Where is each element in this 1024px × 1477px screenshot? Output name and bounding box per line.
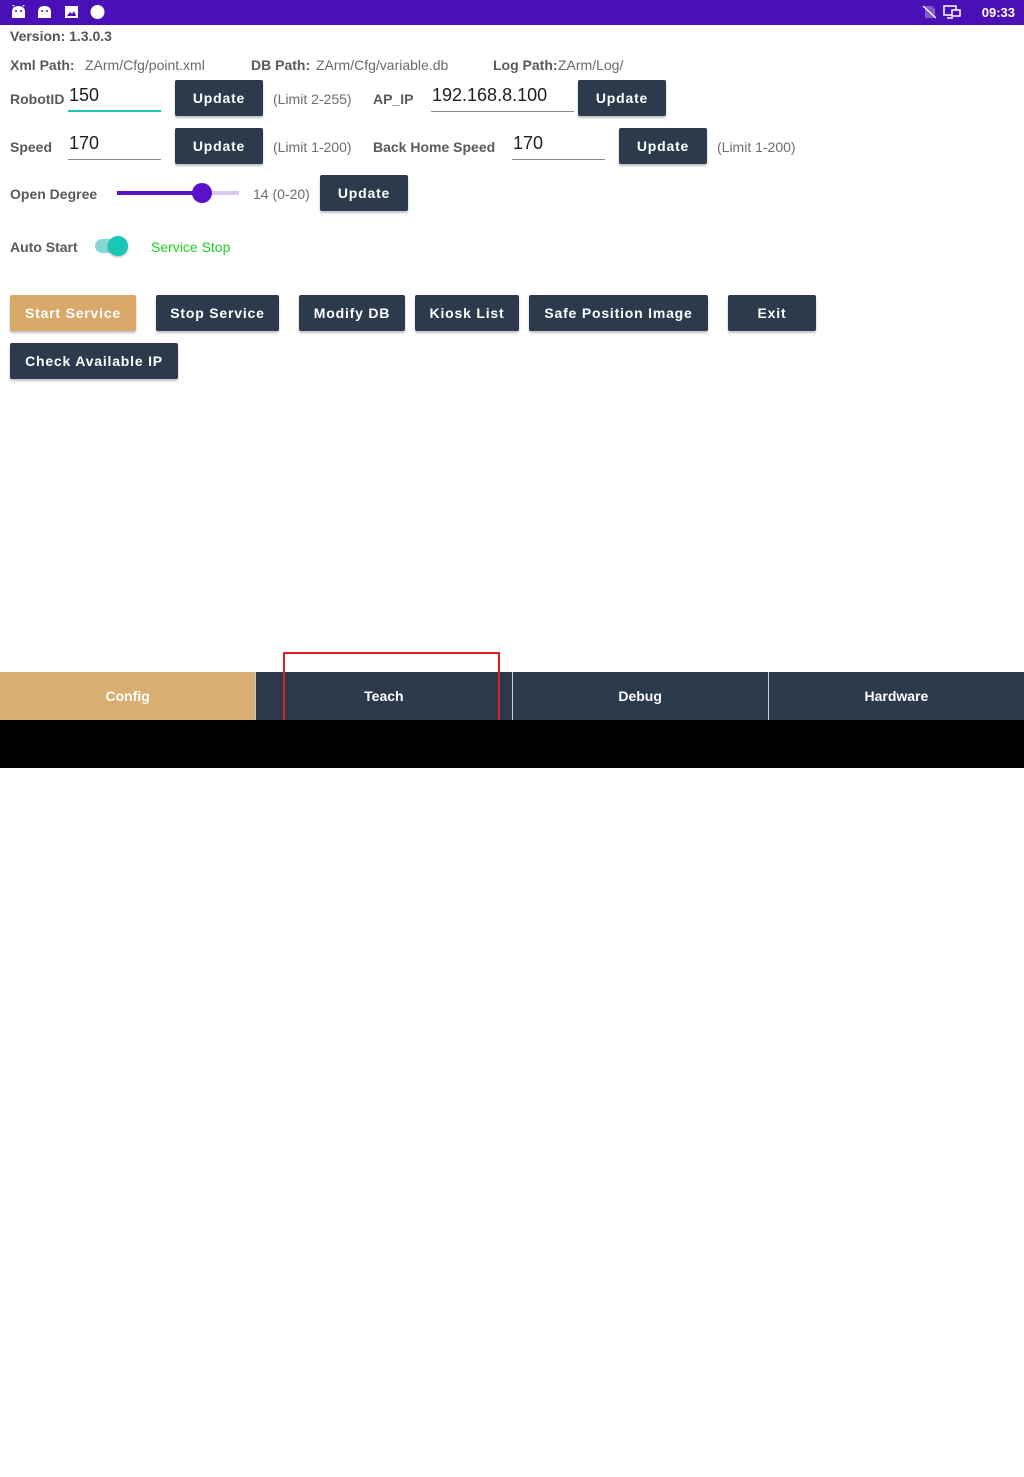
robot-id-limit-hint: (Limit 2-255) xyxy=(273,91,352,107)
collapse-icon[interactable] xyxy=(13,1456,31,1472)
back-home-speed-update-button[interactable]: Update xyxy=(619,128,707,164)
teach-tab-highlight-box xyxy=(283,652,500,724)
open-degree-label: Open Degree xyxy=(10,186,98,202)
android-icon xyxy=(38,6,51,18)
no-sim-icon xyxy=(922,5,937,19)
check-available-ip-button[interactable]: Check Available IP xyxy=(10,343,178,379)
speed-update-button[interactable]: Update xyxy=(175,128,263,164)
auto-start-switch-thumb[interactable] xyxy=(108,236,128,256)
back-home-speed-label: Back Home Speed xyxy=(373,139,496,155)
xml-path-label: Xml Path: xyxy=(10,57,75,73)
android-icon xyxy=(11,5,26,18)
version-text: Version: 1.3.0.3 xyxy=(10,28,112,44)
log-path-label: Log Path: xyxy=(493,57,558,73)
db-path-label: DB Path: xyxy=(251,57,311,73)
tab-config[interactable]: Config xyxy=(0,672,256,720)
robot-id-input[interactable]: 150 xyxy=(68,81,161,112)
ap-ip-label: AP_IP xyxy=(373,91,414,107)
home-icon[interactable] xyxy=(529,1453,551,1475)
log-path-value: ZArm/Log/ xyxy=(558,57,624,73)
speed-limit-hint: (Limit 1-200) xyxy=(273,139,352,155)
tab-hardware[interactable]: Hardware xyxy=(767,672,1024,720)
kiosk-list-button[interactable]: Kiosk List xyxy=(415,295,519,331)
auto-start-label: Auto Start xyxy=(10,239,78,255)
back-icon[interactable] xyxy=(410,1453,432,1475)
modify-db-button[interactable]: Modify DB xyxy=(299,295,405,331)
tab-debug[interactable]: Debug xyxy=(511,672,768,720)
slider-thumb[interactable] xyxy=(192,183,213,203)
ap-ip-update-button[interactable]: Update xyxy=(578,80,666,116)
speed-input[interactable]: 170 xyxy=(68,129,161,160)
speed-label: Speed xyxy=(10,139,53,155)
robot-id-label: RobotID xyxy=(10,91,65,107)
open-degree-readout: 14 (0-20) xyxy=(253,186,310,202)
back-home-speed-limit-hint: (Limit 1-200) xyxy=(717,139,796,155)
clock: 09:33 xyxy=(981,5,1015,20)
db-path-value: ZArm/Cfg/variable.db xyxy=(316,57,449,73)
service-status-text: Service Stop xyxy=(151,239,231,255)
screen-cast-icon xyxy=(943,5,961,19)
power-icon[interactable] xyxy=(60,1456,76,1472)
safe-position-image-button[interactable]: Safe Position Image xyxy=(529,295,708,331)
image-icon xyxy=(65,6,78,18)
ap-ip-input[interactable]: 192.168.8.100 xyxy=(431,81,574,112)
stop-service-button[interactable]: Stop Service xyxy=(156,295,279,331)
volume-up-icon[interactable] xyxy=(761,1451,787,1477)
status-bar: 09:33 xyxy=(0,0,1024,25)
volume-down-icon[interactable] xyxy=(296,1452,320,1476)
recents-icon[interactable] xyxy=(650,1454,670,1474)
screenshot-icon[interactable] xyxy=(105,1457,123,1471)
circle-icon xyxy=(90,5,105,19)
xml-path-value: ZArm/Cfg/point.xml xyxy=(85,57,205,73)
open-degree-slider[interactable] xyxy=(117,183,239,203)
robot-id-update-button[interactable]: Update xyxy=(175,80,263,116)
navigation-bar xyxy=(0,720,1024,1474)
slider-fill xyxy=(117,191,203,195)
open-degree-update-button[interactable]: Update xyxy=(320,175,408,211)
bottom-tab-bar: Config Teach Debug Hardware xyxy=(0,672,1024,720)
start-service-button[interactable]: Start Service xyxy=(10,295,136,331)
back-home-speed-input[interactable]: 170 xyxy=(512,129,605,160)
exit-button[interactable]: Exit xyxy=(728,295,816,331)
